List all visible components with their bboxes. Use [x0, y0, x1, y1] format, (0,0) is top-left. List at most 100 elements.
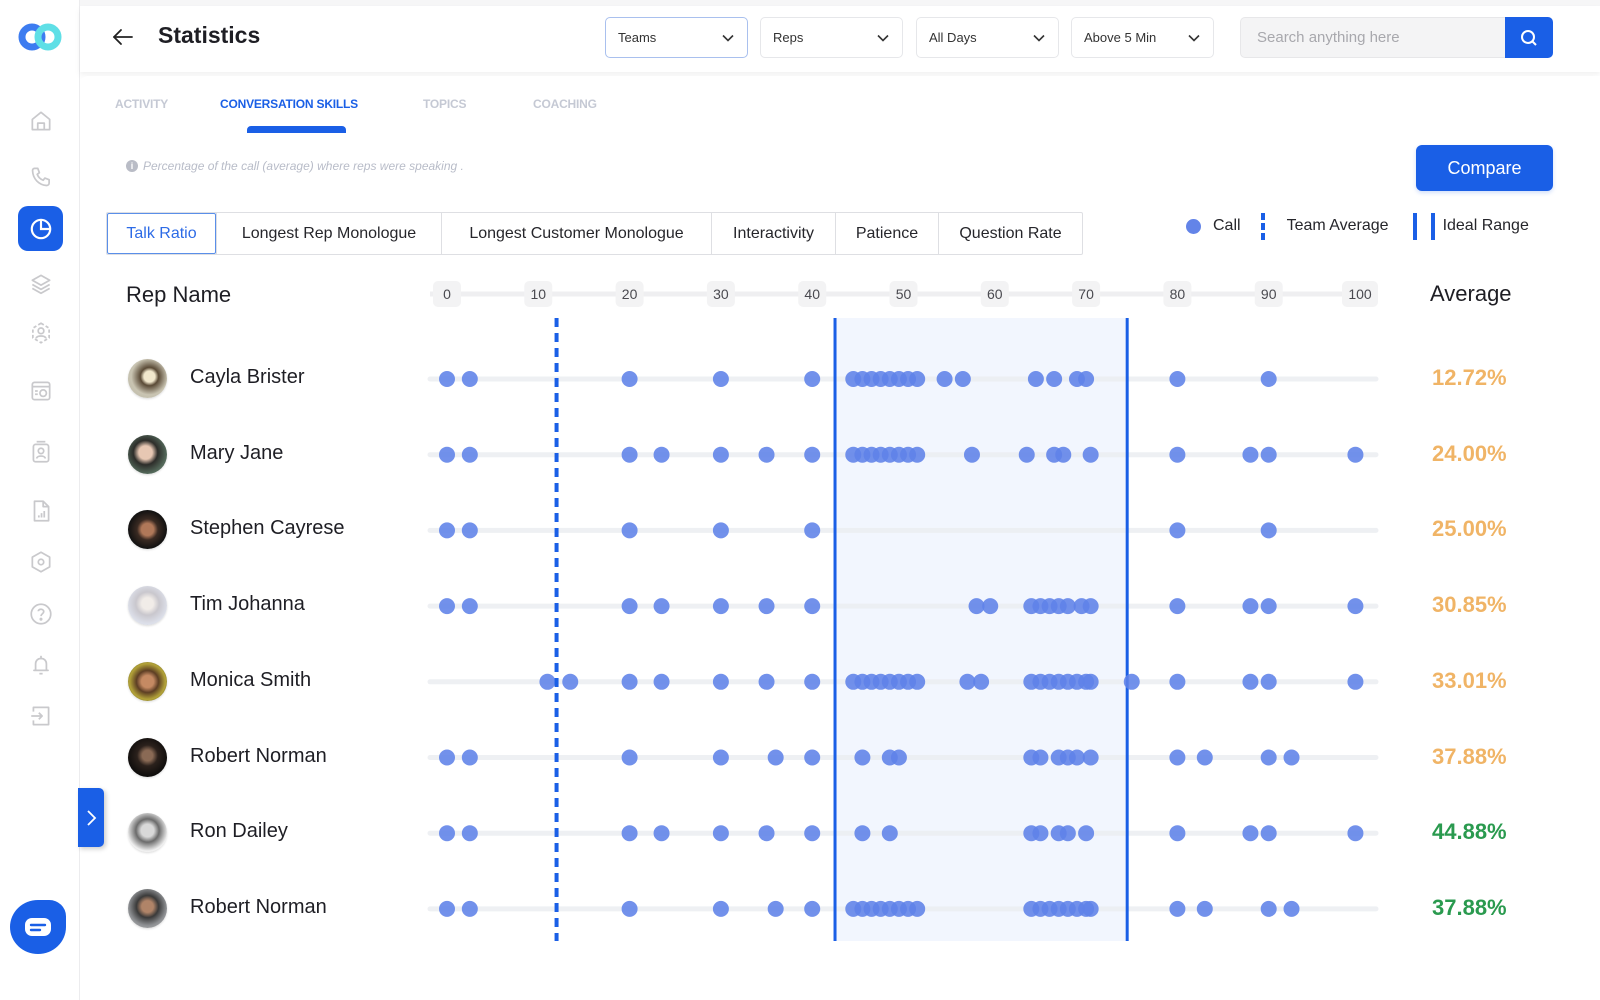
chat-button[interactable]	[10, 900, 66, 954]
call-dot[interactable]	[1196, 749, 1213, 766]
tab-conversation-skills[interactable]: CONVERSATION SKILLS	[220, 97, 358, 111]
metric-tab-interactivity[interactable]: Interactivity	[711, 213, 835, 254]
call-dot[interactable]	[1347, 446, 1364, 463]
call-dot[interactable]	[804, 749, 821, 766]
call-dot[interactable]	[1032, 749, 1049, 766]
arrow-left-icon[interactable]	[110, 24, 136, 50]
call-dot[interactable]	[1260, 900, 1277, 917]
expand-sidebar-button[interactable]	[78, 788, 104, 847]
call-dot[interactable]	[909, 446, 926, 463]
call-dot[interactable]	[1082, 900, 1099, 917]
call-dot[interactable]	[982, 598, 999, 615]
sidebar-item-help[interactable]	[18, 591, 63, 636]
call-dot[interactable]	[1123, 673, 1140, 690]
call-dot[interactable]	[1260, 598, 1277, 615]
call-dot[interactable]	[758, 446, 775, 463]
tab-activity[interactable]: ACTIVITY	[115, 97, 168, 111]
tab-coaching[interactable]: COACHING	[533, 97, 597, 111]
call-dot[interactable]	[712, 446, 729, 463]
call-dot[interactable]	[439, 825, 455, 842]
call-dot[interactable]	[439, 446, 455, 463]
search-button[interactable]	[1505, 17, 1553, 58]
call-dot[interactable]	[1242, 598, 1259, 615]
call-dot[interactable]	[963, 446, 980, 463]
metric-tab-longest-rep-monologue[interactable]: Longest Rep Monologue	[216, 213, 441, 254]
call-dot[interactable]	[1283, 749, 1300, 766]
call-dot[interactable]	[1059, 825, 1076, 842]
call-dot[interactable]	[767, 749, 784, 766]
call-dot[interactable]	[1169, 598, 1186, 615]
call-dot[interactable]	[1068, 749, 1085, 766]
sidebar-item-layers[interactable]	[18, 261, 63, 306]
call-dot[interactable]	[461, 371, 478, 387]
call-dot[interactable]	[653, 825, 670, 842]
search-input[interactable]	[1240, 17, 1505, 58]
call-dot[interactable]	[954, 371, 971, 387]
call-dot[interactable]	[621, 825, 638, 842]
sidebar-item-recorder[interactable]	[18, 368, 63, 413]
call-dot[interactable]	[1082, 598, 1099, 615]
sidebar-item-statistics[interactable]	[18, 206, 63, 251]
call-dot[interactable]	[1046, 371, 1063, 387]
days-dropdown[interactable]: All Days	[916, 17, 1059, 58]
call-dot[interactable]	[1078, 371, 1095, 387]
call-dot[interactable]	[461, 825, 478, 842]
call-dot[interactable]	[1082, 446, 1099, 463]
call-dot[interactable]	[1260, 673, 1277, 690]
call-dot[interactable]	[1027, 371, 1044, 387]
call-dot[interactable]	[539, 673, 556, 690]
call-dot[interactable]	[1169, 673, 1186, 690]
call-dot[interactable]	[1347, 825, 1364, 842]
sidebar-item-home[interactable]	[18, 98, 63, 143]
call-dot[interactable]	[653, 673, 670, 690]
reps-dropdown[interactable]: Reps	[760, 17, 903, 58]
call-dot[interactable]	[968, 598, 985, 615]
logo-icon[interactable]	[12, 20, 68, 54]
sidebar-item-contacts[interactable]	[18, 429, 63, 474]
call-dot[interactable]	[712, 749, 729, 766]
call-dot[interactable]	[439, 522, 455, 539]
call-dot[interactable]	[562, 673, 579, 690]
call-dot[interactable]	[936, 371, 953, 387]
sidebar-item-notifications[interactable]	[18, 642, 63, 687]
call-dot[interactable]	[621, 673, 638, 690]
call-dot[interactable]	[1082, 673, 1099, 690]
tab-topics[interactable]: TOPICS	[423, 97, 466, 111]
call-dot[interactable]	[1347, 673, 1364, 690]
call-dot[interactable]	[973, 673, 990, 690]
call-dot[interactable]	[1242, 673, 1259, 690]
call-dot[interactable]	[804, 900, 821, 917]
column-header-rep-name[interactable]: Rep Name	[126, 282, 231, 308]
sidebar-item-team[interactable]	[18, 310, 63, 355]
metric-tab-longest-customer-monologue[interactable]: Longest Customer Monologue	[441, 213, 711, 254]
metric-tab-question-rate[interactable]: Question Rate	[938, 213, 1082, 254]
call-dot[interactable]	[439, 900, 455, 917]
call-dot[interactable]	[1347, 598, 1364, 615]
call-dot[interactable]	[758, 598, 775, 615]
call-dot[interactable]	[1169, 749, 1186, 766]
call-dot[interactable]	[854, 825, 871, 842]
metric-tab-patience[interactable]: Patience	[835, 213, 938, 254]
call-dot[interactable]	[1169, 446, 1186, 463]
call-dot[interactable]	[621, 900, 638, 917]
call-dot[interactable]	[1169, 900, 1186, 917]
call-dot[interactable]	[712, 825, 729, 842]
sidebar-item-logout[interactable]	[18, 693, 63, 738]
call-dot[interactable]	[854, 749, 871, 766]
call-dot[interactable]	[439, 598, 455, 615]
call-dot[interactable]	[1078, 825, 1095, 842]
call-dot[interactable]	[1260, 446, 1277, 463]
call-dot[interactable]	[1260, 371, 1277, 387]
call-dot[interactable]	[653, 598, 670, 615]
call-dot[interactable]	[621, 522, 638, 539]
call-dot[interactable]	[804, 371, 821, 387]
call-dot[interactable]	[712, 522, 729, 539]
duration-dropdown[interactable]: Above 5 Min	[1071, 17, 1214, 58]
call-dot[interactable]	[1055, 446, 1072, 463]
call-dot[interactable]	[890, 749, 907, 766]
call-dot[interactable]	[1169, 522, 1186, 539]
call-dot[interactable]	[804, 598, 821, 615]
teams-dropdown[interactable]: Teams	[605, 17, 748, 58]
call-dot[interactable]	[461, 522, 478, 539]
call-dot[interactable]	[439, 749, 455, 766]
